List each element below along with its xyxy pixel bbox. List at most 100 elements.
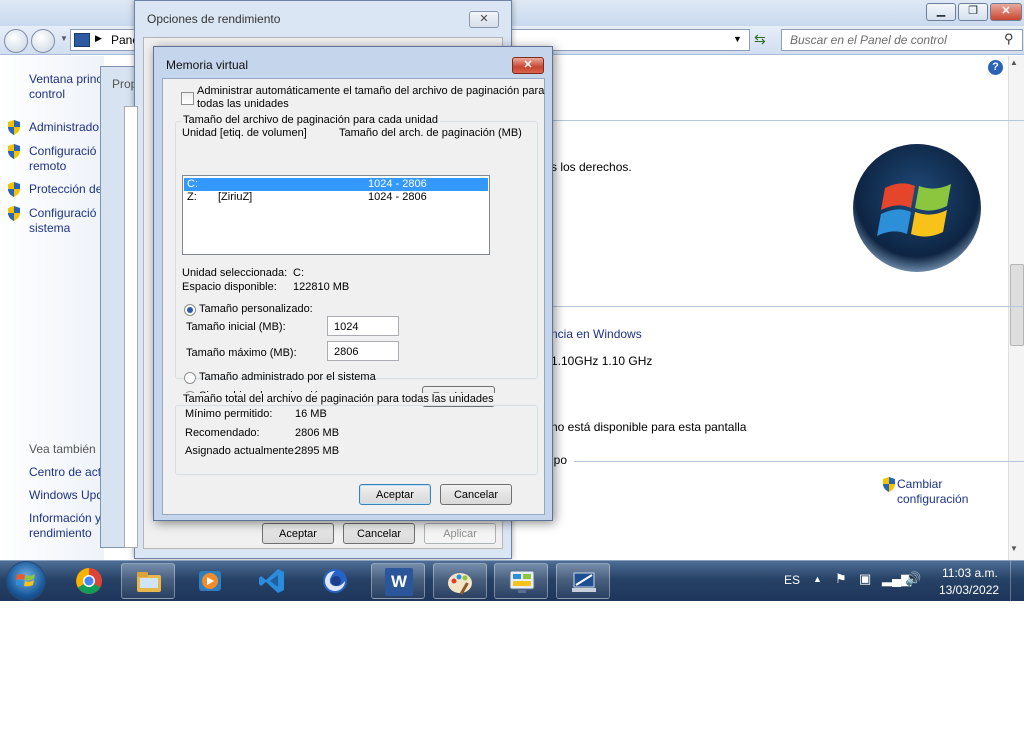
volume-icon[interactable]: 🔊 [905,571,921,587]
custom-size-radio[interactable] [184,304,196,316]
taskbar-media-player[interactable] [183,563,237,599]
list-item[interactable]: C: 1024 - 2806 [184,178,488,191]
system-managed-radio[interactable] [184,372,196,384]
see-also-heading: Vea también [29,442,96,456]
ok-button[interactable]: Aceptar [359,484,431,505]
scroll-up-icon[interactable]: ▲ [1010,58,1018,67]
action-center-flag-icon[interactable]: ⚑ [835,571,847,587]
close-button[interactable]: ✕ [990,3,1022,21]
help-icon[interactable]: ? [988,60,1003,75]
device-manager-link[interactable]: Administrado [29,120,99,135]
maximize-button[interactable]: ❐ [958,3,988,21]
address-dropdown-icon[interactable]: ▼ [733,34,742,44]
refresh-icon[interactable]: ⇆ [754,31,766,48]
pen-touch-status: no está disponible para esta pantalla [551,420,747,434]
link-line-2: configuración [897,492,969,506]
taskbar-paint[interactable] [433,563,487,599]
performance-info-link[interactable]: Información y rendimiento [29,511,101,541]
start-button[interactable] [6,561,46,601]
recommended-value: 2806 MB [295,427,340,439]
clock-time[interactable]: 11:03 a.m. [942,566,998,580]
scroll-down-icon[interactable]: ▼ [1010,544,1018,553]
scrollbar[interactable]: ▲ ▼ [1008,56,1024,560]
taskbar-file-explorer[interactable] [121,563,175,599]
auto-manage-checkbox[interactable] [181,92,194,105]
taskbar-firefox[interactable] [308,563,362,599]
column-header-drive: Unidad [etiq. de volumen] [182,127,307,139]
system-managed-label[interactable]: Tamaño administrado por el sistema [199,371,376,383]
forward-button[interactable] [31,29,55,53]
drive-list[interactable]: C: 1024 - 2806 Z: [ZiriuZ] 1024 - 2806 [182,175,490,255]
language-indicator[interactable]: ES [784,573,800,587]
cancel-button[interactable]: Cancelar [343,523,415,544]
windows-update-link[interactable]: Windows Upd [29,488,103,503]
max-size-input[interactable]: 2806 [327,341,399,361]
link-line-1: Configuració [29,144,97,158]
selected-drive-value: C: [293,267,304,279]
link-line-2: rendimiento [29,526,92,540]
left-pane: Ventana princ control Administrado Confi… [0,56,104,560]
link-line-1: Cambiar [897,477,943,491]
label-line-1: Administrar automáticamente el tamaño de… [197,85,545,97]
search-placeholder: Buscar en el Panel de control [790,33,947,47]
cancel-button[interactable]: Cancelar [440,484,512,505]
experience-index-link[interactable]: ncia en Windows [551,327,642,341]
windows-logo [851,142,983,274]
label-line-2: todas las unidades [197,98,289,110]
link-line-2: control [29,87,66,101]
list-item[interactable]: Z: [ZiriuZ] 1024 - 2806 [184,191,488,204]
device-icon[interactable]: ▣ [859,571,871,587]
processor-speed: 1.10GHz 1.10 GHz [551,354,653,368]
media-player-icon [199,571,221,591]
taskbar-chrome[interactable] [62,563,116,599]
volume-label: [ZiriuZ] [218,191,253,203]
shield-icon [8,144,20,159]
taskbar-vscode[interactable] [245,563,299,599]
back-button[interactable] [4,29,28,53]
copyright-text: s los derechos. [551,160,632,174]
breadcrumb-arrow-icon: ▶ [95,33,102,43]
firefox-icon [323,569,347,593]
group-title: Tamaño del archivo de paginación para ca… [181,114,441,126]
divider [540,120,1024,121]
scrollbar-thumb[interactable] [1010,264,1024,346]
tab-panel [124,106,138,548]
taskbar-system[interactable] [556,563,610,599]
ok-button[interactable]: Aceptar [262,523,334,544]
control-panel-home-link[interactable]: Ventana princ control [29,72,102,102]
taskbar-control-panel[interactable] [494,563,548,599]
show-hidden-icons[interactable]: ▲ [813,574,822,584]
system-icon [572,572,596,592]
change-settings-link[interactable]: Cambiar configuración [897,477,968,507]
close-button[interactable]: ✕ [512,57,544,74]
show-desktop-button[interactable] [1010,561,1024,601]
link-line-2: remoto [29,159,67,173]
remote-settings-link[interactable]: Configuració remoto [29,144,96,174]
clock-date[interactable]: 13/03/2022 [939,583,999,597]
auto-manage-label[interactable]: Administrar automáticamente el tamaño de… [197,85,544,111]
recent-pages-dropdown[interactable]: ▼ [60,34,68,43]
advanced-settings-link[interactable]: Configuració sistema [29,206,96,236]
control-panel-icon [74,33,90,47]
minimize-button[interactable]: ▁ [926,3,956,21]
search-input[interactable]: Buscar en el Panel de control ⚲ [781,29,1023,51]
control-panel-icon [509,570,535,593]
drive-letter: Z: [187,191,197,203]
paging-size: 1024 - 2806 [368,191,427,203]
taskbar-word[interactable]: W [371,563,425,599]
initial-size-input[interactable]: 1024 [327,316,399,336]
section-heading: ipo [551,453,568,467]
shield-icon [8,120,20,135]
drive-letter: C: [187,178,198,190]
search-icon[interactable]: ⚲ [1004,31,1014,47]
system-protection-link[interactable]: Protección de [29,182,102,197]
dialog-body: Administrar automáticamente el tamaño de… [162,78,545,515]
custom-size-label[interactable]: Tamaño personalizado: [199,303,313,315]
free-space-label: Espacio disponible: [182,281,277,293]
shield-icon [8,182,20,197]
action-center-link[interactable]: Centro de act [29,465,101,480]
apply-button[interactable]: Aplicar [424,523,496,544]
paint-icon [448,573,472,596]
close-button[interactable]: ✕ [469,11,499,28]
link-line-2: sistema [29,221,71,235]
